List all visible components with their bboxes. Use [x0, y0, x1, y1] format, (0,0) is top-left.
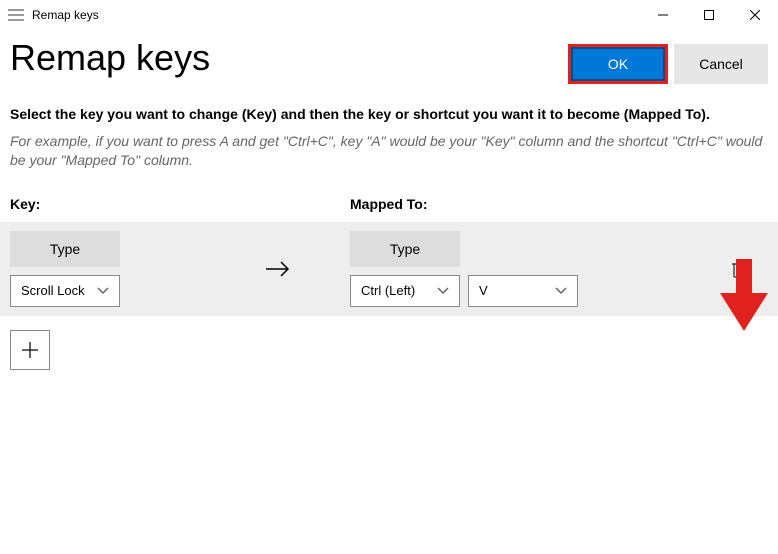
page-title: Remap keys: [10, 38, 558, 78]
instruction-text: Select the key you want to change (Key) …: [10, 106, 768, 122]
mapping-row: Type Scroll Lock Type Ctrl (Left): [0, 222, 778, 316]
mapped-key1-value: Ctrl (Left): [361, 283, 415, 298]
window-controls: [640, 0, 778, 30]
delete-row-button[interactable]: [731, 259, 749, 279]
close-button[interactable]: [732, 0, 778, 30]
cancel-button[interactable]: Cancel: [674, 44, 768, 84]
chevron-down-icon: [555, 283, 567, 298]
mapped-type-button[interactable]: Type: [350, 231, 460, 267]
plus-icon: [21, 341, 39, 359]
app-icon: [8, 9, 24, 21]
window-title: Remap keys: [32, 8, 640, 22]
mapped-key2-select[interactable]: V: [468, 275, 578, 307]
arrow-right-icon: [205, 259, 350, 279]
chevron-down-icon: [437, 283, 449, 298]
chevron-down-icon: [97, 283, 109, 298]
column-header-key: Key:: [10, 196, 350, 212]
minimize-button[interactable]: [640, 0, 686, 30]
column-header-mapped-to: Mapped To:: [350, 196, 768, 212]
maximize-button[interactable]: [686, 0, 732, 30]
key-select-value: Scroll Lock: [21, 283, 85, 298]
ok-button-highlight: OK: [568, 44, 668, 84]
mapped-key1-select[interactable]: Ctrl (Left): [350, 275, 460, 307]
trash-icon: [731, 259, 749, 279]
ok-button[interactable]: OK: [571, 47, 665, 81]
key-select[interactable]: Scroll Lock: [10, 275, 120, 307]
mapped-key2-value: V: [479, 283, 488, 298]
example-text: For example, if you want to press A and …: [10, 132, 768, 170]
key-type-button[interactable]: Type: [10, 231, 120, 267]
titlebar: Remap keys: [0, 0, 778, 30]
add-mapping-button[interactable]: [10, 330, 50, 370]
